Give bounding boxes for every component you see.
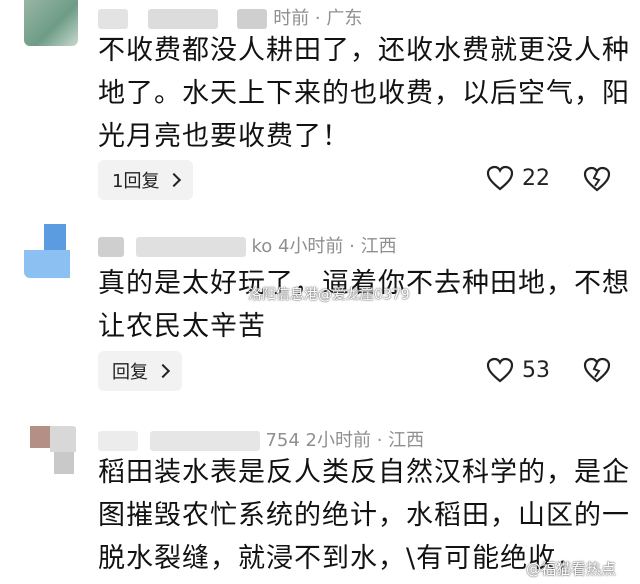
like-count: 53 — [522, 357, 550, 383]
reply-label: 回复 — [112, 362, 148, 383]
broken-heart-icon — [583, 357, 611, 383]
blurred-username — [147, 9, 218, 29]
comment-line: 地了。水天上下来的也收费，以后空气，阳 — [98, 78, 630, 109]
dislike-button[interactable] — [583, 357, 611, 387]
chevron-right-icon — [155, 363, 171, 379]
comment-line: 让农民太辛苦 — [98, 311, 266, 342]
blurred-username — [237, 9, 268, 29]
comment-line: 稻田装水表是反人类反自然汉科学的，是企 — [98, 457, 630, 488]
reply-button[interactable]: 1回复 — [98, 160, 194, 200]
avatar[interactable] — [24, 0, 78, 46]
dislike-button[interactable] — [583, 166, 611, 196]
comment-meta: ko 4小时前 · 江西 — [98, 232, 397, 258]
reply-button[interactable]: 回复 — [98, 351, 182, 391]
blurred-username — [98, 431, 138, 451]
like-button[interactable]: 53 — [486, 357, 550, 383]
chevron-right-icon — [167, 172, 182, 188]
comment-line: 图摧毁农忙系统的绝计，水稻田，山区的一 — [98, 500, 630, 531]
comment-meta: 754 2小时前 · 江西 — [98, 426, 424, 452]
comment-line: 不收费都没人耕田了，还收水费就更没人种 — [98, 35, 630, 66]
blurred-username — [135, 237, 246, 257]
comment-time-location: ko 4小时前 · 江西 — [251, 236, 397, 257]
heart-outline-icon — [486, 357, 514, 383]
like-count: 22 — [522, 165, 550, 191]
avatar[interactable] — [24, 426, 78, 480]
comment-text: 真的是太好玩了，逼着你不去种田地，不想 让农民太辛苦 — [98, 262, 630, 348]
reply-label: 1回复 — [112, 171, 160, 192]
comment-line: 光月亮也要收费了！ — [98, 121, 350, 152]
avatar[interactable] — [24, 224, 78, 278]
blurred-username — [98, 237, 124, 257]
like-button[interactable]: 22 — [486, 165, 550, 191]
broken-heart-icon — [583, 166, 611, 192]
comment-meta: 时前 · 广东 — [98, 4, 362, 30]
comment-text: 不收费都没人耕田了，还收水费就更没人种 地了。水天上下来的也收费，以后空气，阳 … — [98, 29, 630, 158]
comment-time-location: 时前 · 广东 — [273, 8, 363, 29]
blurred-username — [98, 9, 128, 29]
watermark: @福猫看热点 — [526, 560, 617, 578]
watermark: 洛阳信息港@爱龙崖0379 — [248, 287, 410, 303]
blurred-username — [149, 431, 260, 451]
heart-outline-icon — [486, 165, 514, 191]
comment-time-location: 754 2小时前 · 江西 — [265, 430, 425, 451]
